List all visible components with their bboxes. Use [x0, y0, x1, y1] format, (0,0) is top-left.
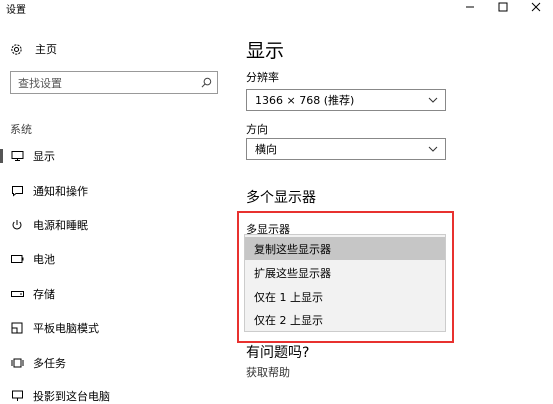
resolution-label: 分辨率 — [246, 71, 279, 84]
sidebar-item-label: 平板电脑模式 — [33, 322, 99, 335]
close-button[interactable] — [521, 0, 551, 14]
resolution-value: 1366 × 768 (推荐) — [255, 94, 355, 107]
title-bar: 设置 — [0, 0, 553, 16]
search-button[interactable] — [195, 72, 217, 93]
notification-icon — [10, 184, 24, 198]
option-show-only-2[interactable]: 仅在 2 上显示 — [245, 308, 445, 331]
sidebar: 主页 查找设置 系统 显示 通知和操作 电源和睡眠 电池 存储 平板电脑模式 多… — [0, 14, 232, 404]
page-title: 显示 — [246, 40, 285, 62]
close-icon — [531, 2, 541, 12]
minimize-icon — [466, 6, 474, 8]
option-extend[interactable]: 扩展这些显示器 — [245, 261, 445, 284]
search-box[interactable]: 查找设置 — [10, 71, 218, 94]
storage-icon — [10, 287, 24, 301]
orientation-value: 横向 — [255, 143, 277, 156]
sidebar-item-power[interactable]: 电源和睡眠 — [0, 215, 232, 235]
chevron-down-icon — [428, 97, 438, 103]
sidebar-item-label: 多任务 — [33, 357, 66, 370]
orientation-dropdown[interactable]: 横向 — [246, 138, 446, 160]
sidebar-item-label: 存储 — [33, 288, 55, 301]
sidebar-item-label: 通知和操作 — [33, 185, 88, 198]
sidebar-item-label: 电源和睡眠 — [33, 219, 88, 232]
monitor-icon — [10, 149, 24, 163]
sidebar-item-label: 显示 — [33, 150, 55, 163]
option-show-only-1[interactable]: 仅在 1 上显示 — [245, 285, 445, 308]
sidebar-item-battery[interactable]: 电池 — [0, 249, 232, 269]
main-content: 显示 分辨率 1366 × 768 (推荐) 方向 横向 多个显示器 多显示器 … — [232, 14, 553, 404]
resolution-dropdown[interactable]: 1366 × 768 (推荐) — [246, 89, 446, 111]
maximize-button[interactable] — [488, 0, 518, 14]
chevron-down-icon — [428, 146, 438, 152]
sidebar-item-multitasking[interactable]: 多任务 — [0, 353, 232, 373]
multi-display-dropdown-list[interactable]: 复制这些显示器 扩展这些显示器 仅在 1 上显示 仅在 2 上显示 — [244, 234, 446, 332]
multitasking-icon — [10, 356, 24, 370]
gear-icon — [11, 43, 22, 55]
tablet-mode-icon — [10, 321, 24, 335]
maximize-icon — [498, 2, 508, 12]
sidebar-home[interactable]: 主页 — [10, 40, 57, 58]
sidebar-item-tablet-mode[interactable]: 平板电脑模式 — [0, 318, 232, 338]
sidebar-item-notifications[interactable]: 通知和操作 — [0, 181, 232, 201]
multi-display-heading: 多个显示器 — [246, 190, 316, 206]
search-input[interactable]: 查找设置 — [18, 75, 195, 91]
help-heading: 有问题吗? — [246, 345, 310, 361]
sidebar-item-label: 投影到这台电脑 — [33, 390, 110, 403]
minimize-button[interactable] — [455, 0, 485, 14]
section-label-system: 系统 — [10, 123, 32, 136]
get-help-link[interactable]: 获取帮助 — [246, 364, 290, 380]
selection-indicator — [0, 149, 3, 163]
battery-icon — [10, 252, 24, 266]
sidebar-item-display[interactable]: 显示 — [0, 146, 232, 166]
search-icon — [201, 77, 211, 88]
project-icon — [10, 389, 24, 403]
sidebar-item-project[interactable]: 投影到这台电脑 — [0, 386, 232, 404]
home-label: 主页 — [35, 43, 57, 56]
option-duplicate[interactable]: 复制这些显示器 — [245, 237, 445, 260]
sidebar-item-label: 电池 — [33, 253, 55, 266]
power-icon — [10, 218, 24, 232]
orientation-label: 方向 — [246, 123, 268, 136]
sidebar-item-storage[interactable]: 存储 — [0, 284, 232, 304]
